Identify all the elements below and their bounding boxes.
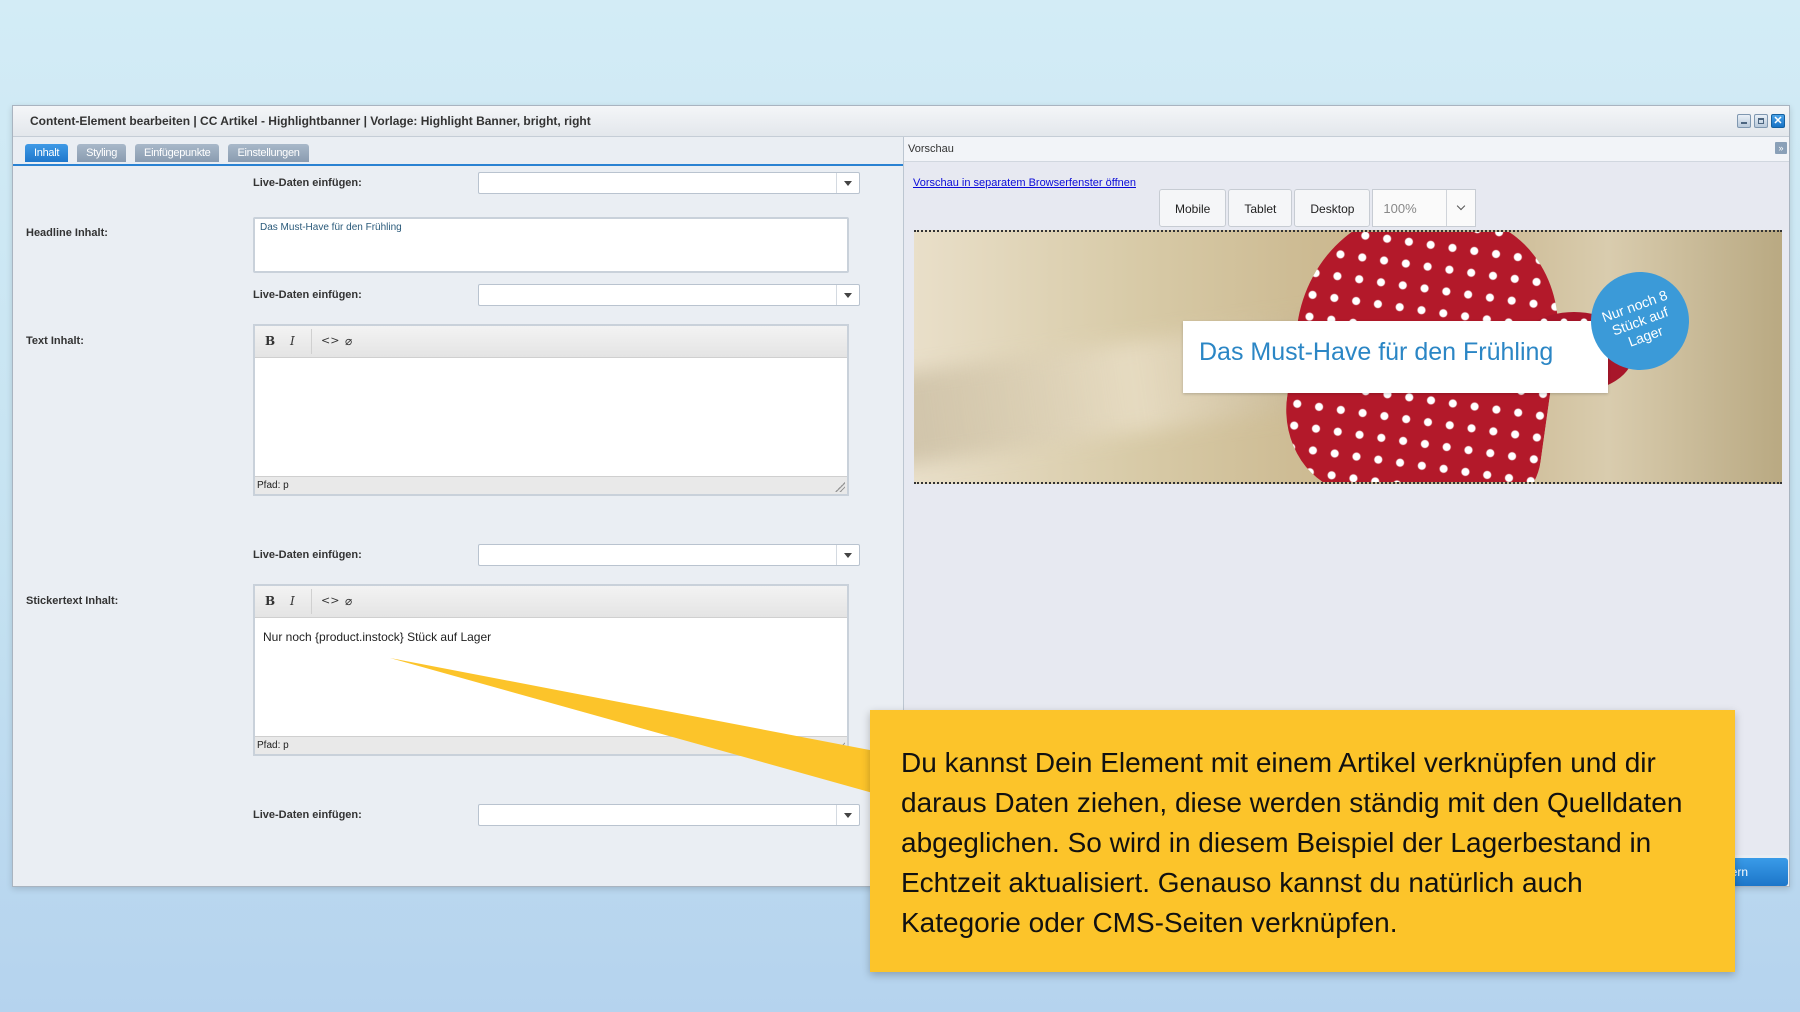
toolbar-separator [311, 589, 312, 614]
live-data-label: Live-Daten einfügen: [253, 289, 362, 301]
chevron-down-icon[interactable] [1446, 190, 1475, 226]
close-icon[interactable]: ✕ [1771, 114, 1785, 128]
path-label: Pfad: p [257, 740, 289, 751]
tab-styling[interactable]: Styling [77, 144, 127, 162]
live-data-select[interactable] [478, 284, 860, 306]
maximize-icon[interactable] [1754, 114, 1768, 128]
editor-toolbar: B I <> ⌀ [255, 586, 847, 618]
device-tablet-button[interactable]: Tablet [1228, 189, 1293, 227]
editor-statusbar: Pfad: p [255, 476, 847, 494]
code-icon[interactable]: <> [321, 334, 339, 347]
banner-preview: Das Must-Have für den Frühling Nur noch … [914, 230, 1782, 484]
sticker-label: Stickertext Inhalt: [26, 595, 119, 607]
chevron-down-icon[interactable] [836, 173, 859, 193]
editor-statusbar: Pfad: p [255, 736, 847, 754]
zoom-value: 100% [1383, 201, 1417, 216]
sticker-editor[interactable]: B I <> ⌀ Nur noch {product.instock} Stüc… [253, 584, 849, 756]
sticker-text: Nur noch 8 Stück auf Lager [1599, 286, 1671, 350]
device-desktop-button[interactable]: Desktop [1294, 189, 1371, 227]
toolbar-separator [311, 329, 312, 354]
window-title: Content-Element bearbeiten | CC Artikel … [30, 114, 591, 128]
zoom-select[interactable]: 100% [1372, 189, 1477, 227]
tab-einfuegepunkte[interactable]: Einfügepunkte [135, 144, 220, 162]
path-label: Pfad: p [257, 480, 289, 491]
open-preview-link[interactable]: Vorschau in separatem Browserfenster öff… [913, 177, 1136, 189]
device-switcher: Mobile Tablet Desktop 100% [1159, 189, 1477, 227]
banner-headline-box: Das Must-Have für den Frühling [1183, 321, 1608, 393]
live-data-label: Live-Daten einfügen: [253, 809, 362, 821]
eraser-icon[interactable]: ⌀ [345, 594, 352, 608]
preview-header: Vorschau » [904, 137, 1789, 162]
chevron-down-icon[interactable] [836, 805, 859, 825]
text-editor[interactable]: B I <> ⌀ Pfad: p [253, 324, 849, 496]
info-callout: Du kannst Dein Element mit einem Artikel… [870, 710, 1735, 972]
live-data-label: Live-Daten einfügen: [253, 177, 362, 189]
text-editor-body[interactable] [255, 358, 847, 382]
italic-icon[interactable]: I [290, 594, 295, 608]
tab-bar: Inhalt Styling Einfügepunkte Einstellung… [25, 144, 309, 162]
bold-icon[interactable]: B [265, 594, 275, 608]
minimize-icon[interactable] [1737, 114, 1751, 128]
chevron-down-icon[interactable] [836, 285, 859, 305]
preview-title: Vorschau [908, 143, 954, 155]
tab-einstellungen[interactable]: Einstellungen [228, 144, 309, 162]
italic-icon[interactable]: I [290, 334, 295, 348]
chevron-down-icon[interactable] [836, 545, 859, 565]
editor-toolbar: B I <> ⌀ [255, 326, 847, 358]
eraser-icon[interactable]: ⌀ [345, 334, 352, 348]
device-mobile-button[interactable]: Mobile [1159, 189, 1227, 227]
live-data-select[interactable] [478, 804, 860, 826]
headline-label: Headline Inhalt: [26, 227, 108, 239]
live-data-select[interactable] [478, 172, 860, 194]
live-data-label: Live-Daten einfügen: [253, 549, 362, 561]
live-data-select[interactable] [478, 544, 860, 566]
banner-headline: Das Must-Have für den Frühling [1199, 338, 1554, 366]
content-form-pane: Inhalt Styling Einfügepunkte Einstellung… [13, 137, 904, 855]
code-icon[interactable]: <> [321, 594, 339, 607]
tab-inhalt[interactable]: Inhalt [25, 144, 69, 162]
tab-underline [13, 164, 903, 166]
resize-grip-icon[interactable] [835, 742, 845, 752]
headline-input[interactable]: Das Must-Have für den Frühling [253, 217, 849, 273]
collapse-icon[interactable]: » [1775, 142, 1787, 154]
text-label: Text Inhalt: [26, 335, 84, 347]
window-titlebar[interactable]: Content-Element bearbeiten | CC Artikel … [13, 106, 1789, 137]
bold-icon[interactable]: B [265, 334, 275, 348]
callout-text: Du kannst Dein Element mit einem Artikel… [901, 747, 1683, 938]
sticker-editor-body[interactable]: Nur noch {product.instock} Stück auf Lag… [255, 618, 847, 656]
resize-grip-icon[interactable] [835, 482, 845, 492]
